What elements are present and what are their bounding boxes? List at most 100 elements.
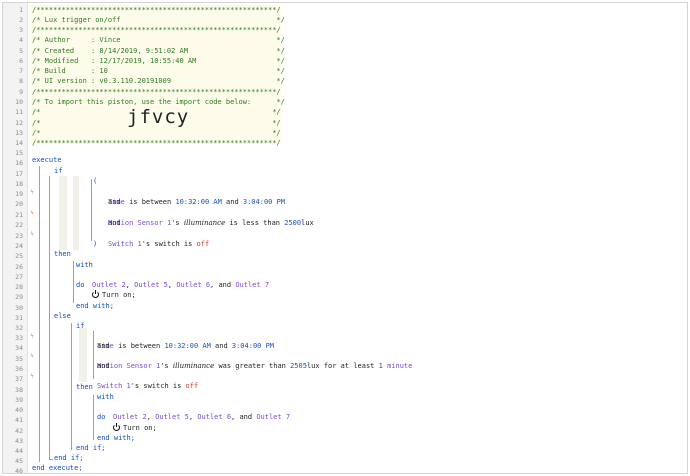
code-line-43: end with;	[3, 433, 687, 443]
do-keyword: do	[97, 413, 106, 421]
else-keyword: else	[54, 312, 71, 320]
line-number: 9	[19, 88, 23, 96]
execute-keyword: execute	[32, 156, 62, 164]
line-number: 2	[19, 16, 23, 24]
and-operator: and	[97, 342, 110, 350]
and-operator: and	[108, 198, 121, 206]
line-row: 14 /*************************************…	[3, 138, 687, 148]
code-line-21: Motion Sensor 1's illuminance is less th…	[3, 208, 687, 227]
line-row: 2 /* Lux trigger on/off */	[3, 15, 687, 25]
else-if-keyword: if	[76, 322, 85, 330]
code-line-29: Turn on;	[3, 289, 687, 300]
line-row: 9 /**************************************…	[3, 87, 687, 97]
code-line-44: end if;	[3, 443, 687, 453]
group-open-paren: (	[93, 177, 98, 185]
code-line-23: Switch 1's switch is off	[3, 229, 687, 248]
code-line-24: )	[3, 239, 687, 249]
and-operator: and	[108, 219, 121, 227]
comment-text: /* */	[32, 129, 281, 137]
if-keyword: if	[54, 167, 63, 175]
code-line-16: execute	[3, 155, 687, 165]
line-row: 5 /* Created : 8/14/2019, 9:51:02 AM */	[3, 46, 687, 56]
code-line-36: and	[3, 361, 687, 371]
comment-text: /* Lux trigger on/off */	[32, 16, 285, 24]
line-row: 3 /**************************************…	[3, 25, 687, 35]
line-row: 13 /* */	[3, 128, 687, 138]
line-row: 8 /* UI version : v0.3.110.20191009 */	[3, 76, 687, 86]
line-row: 11/* */	[3, 107, 687, 117]
line-number: 14	[15, 139, 23, 147]
line-number: 6	[19, 57, 23, 65]
comment-text: /***************************************…	[32, 6, 281, 14]
code-line-42: Turn on;	[3, 422, 687, 433]
group-close-paren: )	[93, 240, 98, 248]
with-keyword: with	[76, 261, 93, 269]
code-line-35: Motion Sensor 1's illuminance was greate…	[3, 351, 687, 370]
then-keyword: then	[54, 250, 71, 258]
code-line-32: if	[3, 321, 687, 331]
line-row: 12/* */jfvcy	[3, 108, 687, 128]
line-row: 7 /* Build : 10 */	[3, 66, 687, 76]
do-keyword: do	[76, 281, 85, 289]
line-number: 8	[19, 77, 23, 85]
end-if-keyword: end if;	[76, 444, 106, 452]
line-number: 7	[19, 67, 23, 75]
code-line-41: do	[3, 412, 687, 422]
power-icon	[113, 422, 120, 431]
code-line-45: end if;	[3, 453, 687, 463]
code-line-30: end with;	[3, 301, 687, 311]
end-if-keyword: end if;	[54, 454, 84, 462]
line-number: 13	[15, 129, 23, 137]
code-line-31: else	[3, 311, 687, 321]
comment-text: /* UI version : v0.3.110.20191009 */	[32, 77, 285, 85]
code-line-25: then	[3, 249, 687, 259]
line-number: 5	[19, 47, 23, 55]
trigger-bolt-icon: ϟ	[30, 372, 34, 380]
code-line-17: if	[3, 166, 687, 176]
line-row: 4 /* Author : Vince */	[3, 35, 687, 45]
line-number: 11	[15, 108, 23, 116]
code-line-46: end execute;	[3, 463, 687, 473]
comment-text: /***************************************…	[32, 139, 281, 147]
trigger-bolt-icon: ϟ	[30, 188, 34, 196]
end-execute-keyword: end execute;	[32, 464, 83, 472]
line-row: 1 /**************************************…	[3, 5, 687, 15]
then-keyword: then	[76, 383, 93, 391]
comment-text: /* Build : 10 */	[32, 67, 285, 75]
code-line-33: Time is between 10:32:00 AM and 3:04:00 …	[3, 331, 687, 350]
trigger-bolt-icon: ϟ	[30, 209, 34, 217]
code-line-39: with	[3, 392, 687, 402]
turn-on-command[interactable]: Turn on;	[123, 424, 157, 432]
import-code[interactable]: jfvcy	[127, 108, 189, 127]
with-keyword: with	[97, 393, 114, 401]
line-number: 10	[15, 98, 23, 106]
code-line-37: Switch 1's switch is off	[3, 371, 687, 390]
turn-on-command[interactable]: Turn on;	[102, 291, 136, 299]
code-line-26: with	[3, 260, 687, 270]
code-line-19: Time is between 10:32:00 AM and 3:04:00 …	[3, 187, 687, 206]
code-line-18: (	[3, 176, 687, 186]
trigger-bolt-icon: ϟ	[30, 352, 34, 360]
trigger-bolt-icon: ϟ	[30, 230, 34, 238]
comment-text: /* Created : 8/14/2019, 9:51:02 AM */	[32, 47, 285, 55]
line-number: 12	[15, 119, 23, 127]
comment-text: /* Author : Vince */	[32, 36, 285, 44]
line-number: 1	[19, 6, 23, 14]
end-with-keyword: end with;	[76, 302, 114, 310]
comment-text: /***************************************…	[32, 88, 281, 96]
code-line-34: and	[3, 341, 687, 351]
line-row: 10/* To import this piston, use the impo…	[3, 97, 687, 107]
code-line-20: and	[3, 197, 687, 207]
code-line-27: Outlet 2, Outlet 5, Outlet 6, and Outlet…	[3, 270, 687, 289]
line-number: 3	[19, 26, 23, 34]
comment-text: /* Modified : 12/17/2019, 10:55:40 AM */	[32, 57, 285, 65]
and-operator: and	[97, 362, 110, 370]
line-number: 4	[19, 36, 23, 44]
code-viewer: 1 /**************************************…	[2, 2, 688, 474]
comment-text: /***************************************…	[32, 26, 281, 34]
trigger-bolt-icon: ϟ	[30, 332, 34, 340]
code-line-38: then	[3, 382, 687, 392]
code-line-40: Outlet 2, Outlet 5, Outlet 6, and Outlet…	[3, 402, 687, 421]
end-with-keyword: end with;	[97, 434, 135, 442]
code-line-28: do	[3, 280, 687, 290]
